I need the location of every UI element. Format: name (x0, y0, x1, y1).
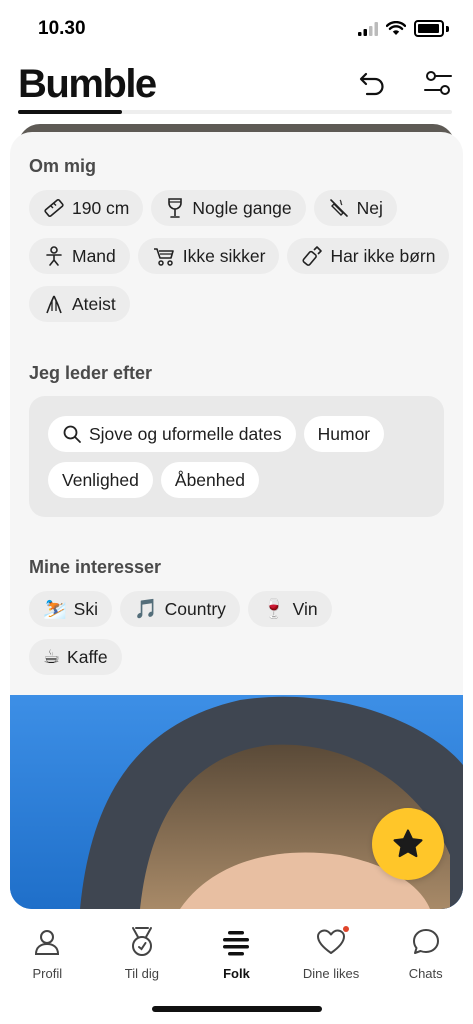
about-row-2: Mand Ikke sikker Har ikke børn (29, 238, 450, 274)
wine-icon: 🍷 (261, 598, 286, 620)
profile-progress-fill (18, 110, 123, 114)
medal-icon (131, 927, 152, 956)
chip-openness: Åbenhed (160, 462, 259, 498)
heart-icon (317, 929, 346, 954)
chip-dates: Sjove og uformelle dates (48, 416, 296, 452)
nav-for-you[interactable]: Til dig (95, 914, 190, 994)
hands-icon (46, 295, 62, 314)
person-icon (46, 246, 62, 266)
chip-label: Vin (292, 598, 318, 619)
interests-row-1: ⛷️ Ski 🎵 Country 🍷 Vin (29, 591, 332, 627)
nav-label: Profil (32, 966, 63, 981)
chip-gender: Mand (29, 238, 130, 274)
chip-coffee: ☕ Kaffe (29, 639, 122, 675)
nav-people-icon-wrap (220, 924, 252, 960)
about-row-3: Ateist (29, 286, 130, 322)
interests-row-2: ☕ Kaffe (29, 639, 122, 675)
chip-label: Nogle gange (192, 197, 292, 218)
chip-label: Har ikke børn (330, 245, 436, 266)
chip-wine: 🍷 Vin (247, 591, 332, 627)
chip-label: Ikke sikker (182, 245, 266, 266)
chip-humor: Humor (303, 416, 385, 452)
star-icon (393, 829, 423, 858)
chip-kindness: Venlighed (48, 462, 153, 498)
looking-for-row-1: Sjove og uformelle dates Humor (48, 416, 385, 452)
chip-label: Humor (317, 423, 371, 444)
chip-label: Sjove og uformelle dates (89, 423, 282, 444)
nav-likes-icon-wrap (316, 924, 350, 960)
battery-cap (446, 25, 449, 32)
status-bar: 10.30 (0, 0, 473, 56)
undo-icon (359, 72, 384, 96)
nav-label: Chats (408, 966, 443, 981)
nav-profile[interactable]: Profil (0, 914, 95, 994)
superswipe-button[interactable] (372, 808, 444, 880)
status-time: 10.30 (38, 18, 86, 39)
chip-ski: ⛷️ Ski (29, 591, 112, 627)
wine-glass-icon (168, 198, 183, 218)
chip-religion: Ateist (29, 286, 130, 322)
chip-country: 🎵 Country (119, 591, 240, 627)
nav-for-you-icon-wrap (127, 924, 157, 960)
chip-drinking: Nogle gange (151, 190, 306, 226)
looking-for-box: Sjove og uformelle dates Humor Venlighed… (29, 396, 444, 517)
search-icon (63, 425, 81, 443)
music-note-icon: 🎵 (133, 598, 158, 620)
chat-bubble-icon (412, 929, 439, 954)
looking-for-row-2: Venlighed Åbenhed (48, 462, 259, 498)
status-icons (358, 20, 449, 37)
chip-label: Country (164, 598, 226, 619)
cellular-signal-icon (358, 21, 378, 36)
home-indicator (152, 1006, 322, 1012)
likes-notification-dot (343, 926, 350, 932)
ruler-icon (44, 198, 64, 218)
profile-icon (35, 930, 60, 955)
baby-bottle-icon (302, 246, 323, 266)
nav-chats[interactable]: Chats (378, 914, 473, 994)
chip-label: Ski (73, 598, 98, 619)
nav-likes[interactable]: Dine likes (284, 914, 379, 994)
chip-label: Kaffe (67, 646, 108, 667)
chip-label: 190 cm (72, 197, 130, 218)
chip-label: Åbenhed (174, 469, 245, 490)
bumble-logo: Bumble (18, 62, 157, 106)
nav-label: Folk (223, 966, 250, 981)
chip-smoking: Nej (313, 190, 397, 226)
no-smoking-icon (329, 199, 348, 217)
chip-label: Venlighed (62, 469, 139, 490)
chip-label: Ateist (72, 293, 116, 314)
app-header: Bumble (0, 56, 473, 118)
chip-family-plans: Ikke sikker (137, 238, 280, 274)
chip-label: Nej (356, 197, 383, 218)
nav-profile-icon-wrap (32, 924, 62, 960)
about-row-1: 190 cm Nogle gange Nej (29, 190, 397, 226)
chip-children: Har ikke børn (287, 238, 450, 274)
looking-for-title: Jeg leder efter (29, 363, 153, 383)
filter-icon (424, 71, 452, 95)
chip-height: 190 cm (29, 190, 144, 226)
skier-icon: ⛷️ (43, 598, 67, 620)
nav-label: Til dig (124, 966, 159, 981)
wifi-icon (386, 21, 406, 35)
profile-card[interactable]: Om mig 190 cm Nogle gange Nej Mand Ikke … (10, 132, 463, 909)
undo-button[interactable] (355, 66, 389, 100)
stroller-icon (153, 248, 174, 266)
stack-icon (223, 931, 250, 956)
profile-progress-track (18, 110, 452, 114)
bottom-nav: Profil Til dig Folk Dine likes Chats (0, 914, 473, 994)
chip-label: Mand (72, 245, 116, 266)
filter-button[interactable] (421, 66, 455, 100)
battery-icon (414, 20, 444, 37)
nav-chats-icon-wrap (411, 924, 441, 960)
profile-photo[interactable] (10, 695, 463, 909)
about-title: Om mig (29, 156, 97, 176)
nav-people[interactable]: Folk (189, 914, 284, 994)
interests-title: Mine interesser (29, 557, 162, 577)
coffee-icon: ☕ (43, 646, 61, 668)
nav-label: Dine likes (302, 966, 360, 981)
